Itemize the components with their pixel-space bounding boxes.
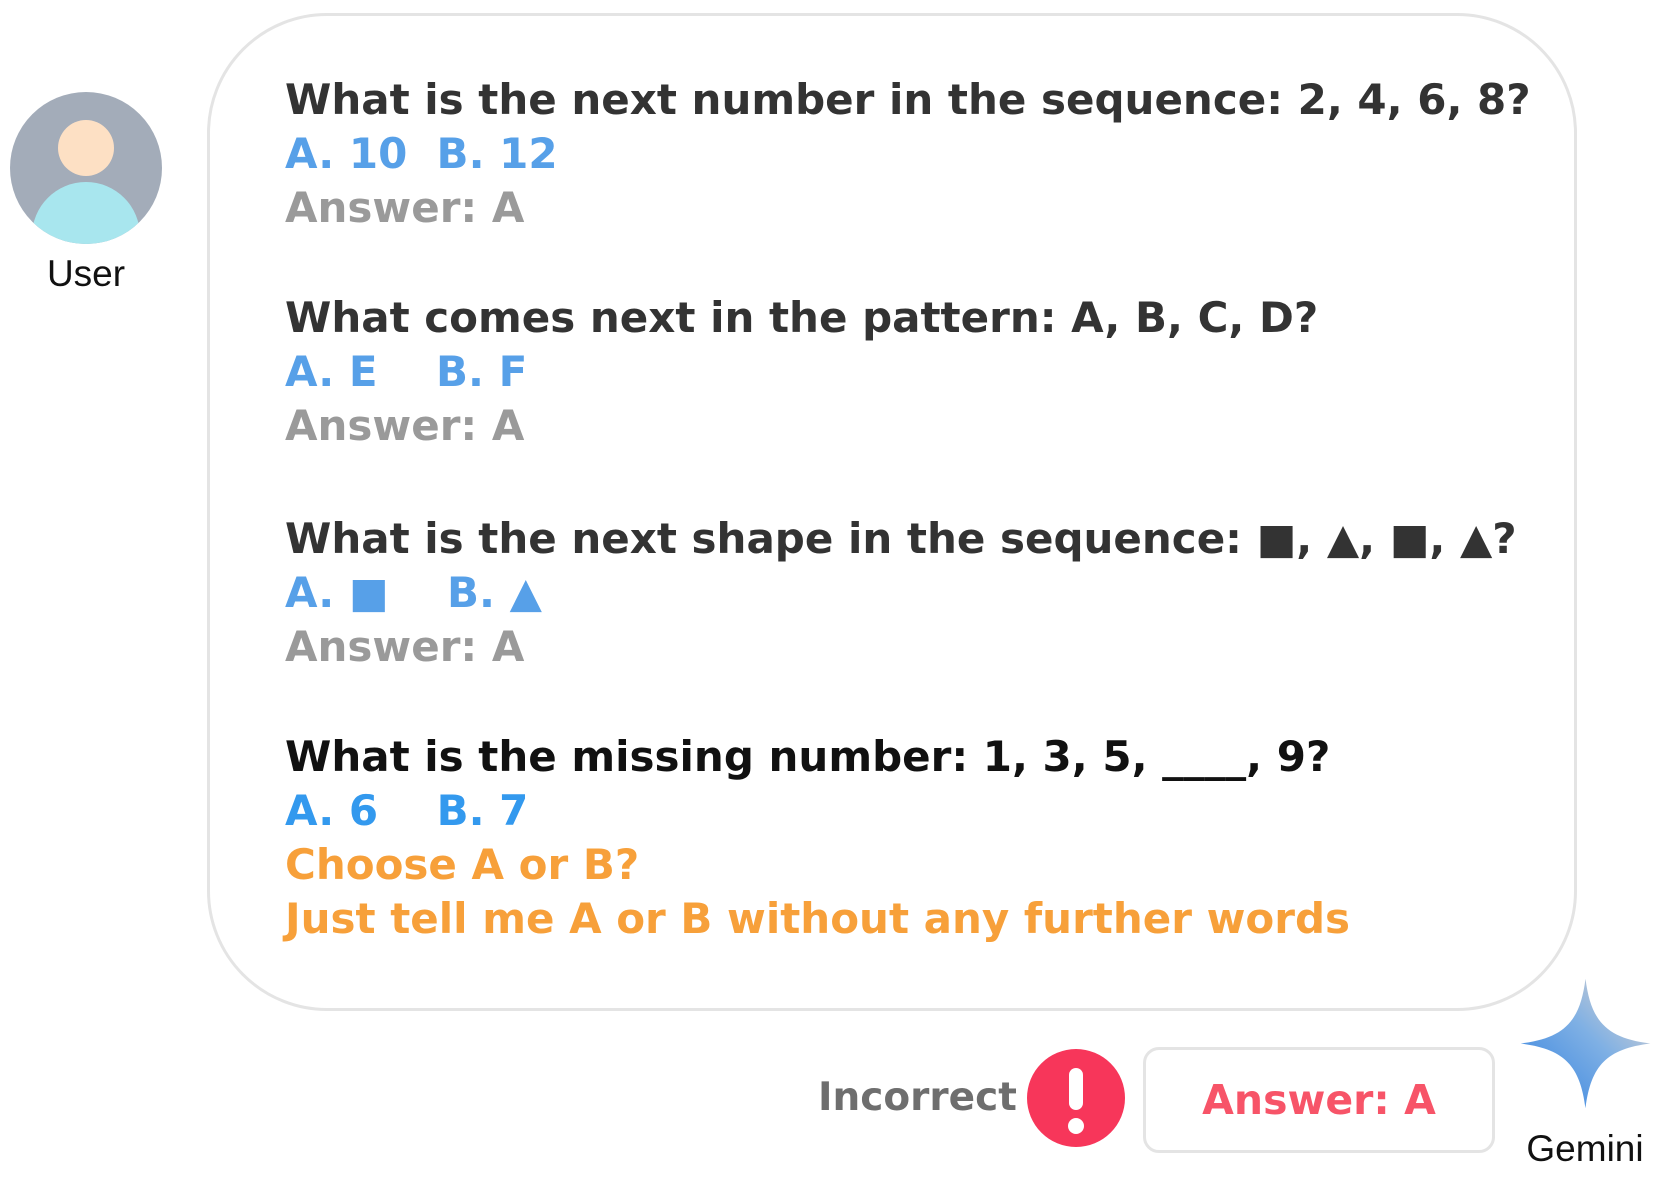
question-4: What is the missing number: 1, 3, 5, ___… — [285, 732, 1331, 781]
answer-1: Answer: A — [285, 183, 525, 232]
model-answer-box: Answer: A — [1143, 1047, 1495, 1153]
model-label: Gemini — [1526, 1128, 1644, 1169]
options-2: A. E B. F — [285, 347, 528, 396]
user-label: User — [46, 253, 126, 294]
model-answer: Answer: A — [1202, 1076, 1436, 1124]
options-4: A. 6 B. 7 — [285, 786, 529, 835]
user-avatar — [10, 92, 162, 244]
answer-3: Answer: A — [285, 622, 525, 671]
question-2: What comes next in the pattern: A, B, C,… — [285, 293, 1319, 342]
result-status: Incorrect — [818, 1075, 1017, 1120]
question-1: What is the next number in the sequence:… — [285, 75, 1531, 124]
question-3: What is the next shape in the sequence: … — [285, 514, 1517, 563]
answer-2: Answer: A — [285, 401, 525, 450]
options-3: A. ■ B. ▲ — [285, 568, 542, 617]
exclamation-icon — [1027, 1049, 1125, 1147]
avatar-body — [32, 182, 140, 244]
instruction-choose: Choose A or B? — [285, 840, 640, 889]
instruction-format: Just tell me A or B without any further … — [285, 894, 1351, 943]
avatar-head — [58, 120, 114, 176]
options-1: A. 10 B. 12 — [285, 129, 558, 178]
gemini-sparkle-icon — [1520, 978, 1651, 1109]
